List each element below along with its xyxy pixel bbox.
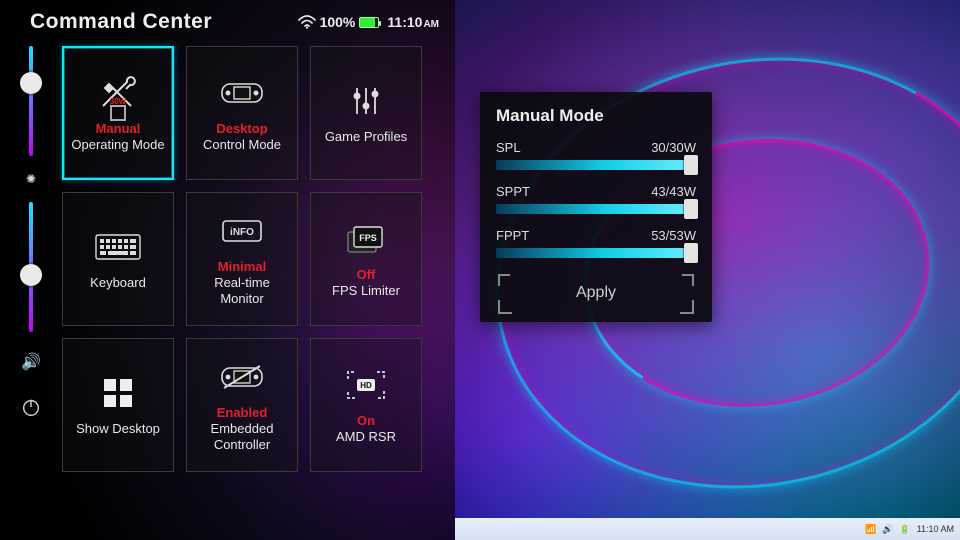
- tile-label: Control Mode: [203, 137, 281, 153]
- info-badge-icon: iNFO: [222, 211, 262, 251]
- windows-taskbar: 📶 🔊 🔋 11:10 AM: [455, 518, 960, 540]
- tile-state: Manual: [96, 121, 141, 137]
- volume-icon: 🔊: [21, 352, 41, 372]
- tile-state: Enabled: [217, 405, 268, 421]
- page-title: Command Center: [30, 10, 212, 34]
- manual-row-value: 30/30W: [651, 140, 696, 155]
- tray-wifi-icon: 📶: [865, 524, 876, 535]
- manual-row-name: SPPT: [496, 184, 530, 199]
- sppt-slider[interactable]: [496, 204, 696, 214]
- hd-focus-icon: HD: [345, 365, 387, 405]
- tile-fps-limiter[interactable]: FPS Off FPS Limiter: [310, 192, 422, 326]
- tile-game-profiles[interactable]: Game Profiles: [310, 46, 422, 180]
- tile-control-mode[interactable]: Desktop Control Mode: [186, 46, 298, 180]
- volume-slider[interactable]: [29, 202, 33, 332]
- manual-row-spl: SPL 30/30W: [496, 140, 696, 170]
- tile-embedded-controller[interactable]: Enabled Embedded Controller: [186, 338, 298, 472]
- manual-row-fppt: FPPT 53/53W: [496, 228, 696, 258]
- tile-state: Desktop: [216, 121, 267, 137]
- wifi-icon: [298, 15, 316, 29]
- side-rail: ✺ 🔊: [0, 40, 62, 540]
- tiles-grid: 30W Manual Operating Mode Desktop Contro…: [62, 40, 455, 540]
- spl-slider[interactable]: [496, 160, 696, 170]
- brightness-icon: ✺: [26, 172, 36, 186]
- tile-label: Game Profiles: [325, 129, 407, 145]
- manual-mode-panel: Manual Mode SPL 30/30W SPPT 43/43W FPPT 53/…: [480, 92, 712, 322]
- battery-percent: 100%: [320, 14, 356, 30]
- manual-row-name: SPL: [496, 140, 521, 155]
- tile-label: Embedded Controller: [191, 421, 293, 454]
- tile-operating-mode[interactable]: 30W Manual Operating Mode: [62, 46, 174, 180]
- svg-text:HD: HD: [360, 381, 372, 390]
- handheld-icon: [218, 73, 266, 113]
- handheld-disabled-icon: [218, 357, 266, 397]
- sliders-icon: [349, 81, 383, 121]
- apply-label: Apply: [576, 284, 616, 301]
- tile-state: On: [357, 413, 375, 429]
- status-bar: 100% 11:10AM: [298, 14, 439, 30]
- tile-label: Keyboard: [90, 275, 146, 291]
- tile-label: Operating Mode: [71, 137, 164, 153]
- keyboard-icon: [95, 227, 141, 267]
- fppt-slider[interactable]: [496, 248, 696, 258]
- clock: 11:10AM: [387, 14, 439, 30]
- command-center-panel: Command Center 100% 11:10AM ✺ 🔊: [0, 0, 455, 540]
- tile-label: FPS Limiter: [332, 283, 400, 299]
- tile-label: AMD RSR: [336, 429, 396, 445]
- battery-icon: [359, 17, 379, 28]
- fps-icon: FPS: [345, 219, 387, 259]
- svg-text:30W: 30W: [110, 97, 127, 106]
- power-button[interactable]: [20, 396, 42, 418]
- tray-battery-icon: 🔋: [899, 524, 910, 535]
- tools-icon: 30W: [97, 73, 139, 113]
- manual-row-value: 53/53W: [651, 228, 696, 243]
- svg-text:FPS: FPS: [359, 233, 377, 243]
- windows-grid-icon: [101, 373, 135, 413]
- manual-row-value: 43/43W: [651, 184, 696, 199]
- apply-button[interactable]: Apply: [496, 272, 696, 316]
- tile-keyboard[interactable]: Keyboard: [62, 192, 174, 326]
- tray-clock: 11:10 AM: [917, 524, 954, 534]
- manual-title: Manual Mode: [496, 106, 696, 126]
- tile-show-desktop[interactable]: Show Desktop: [62, 338, 174, 472]
- manual-row-sppt: SPPT 43/43W: [496, 184, 696, 214]
- svg-text:iNFO: iNFO: [230, 227, 254, 238]
- tile-realtime-monitor[interactable]: iNFO Minimal Real-time Monitor: [186, 192, 298, 326]
- tile-label: Show Desktop: [76, 421, 160, 437]
- tile-state: Off: [357, 267, 376, 283]
- tray-volume-icon: 🔊: [882, 524, 893, 535]
- tile-label: Real-time Monitor: [191, 275, 293, 308]
- brightness-slider[interactable]: [29, 46, 33, 156]
- tile-state: Minimal: [218, 259, 266, 275]
- tile-amd-rsr[interactable]: HD On AMD RSR: [310, 338, 422, 472]
- manual-row-name: FPPT: [496, 228, 529, 243]
